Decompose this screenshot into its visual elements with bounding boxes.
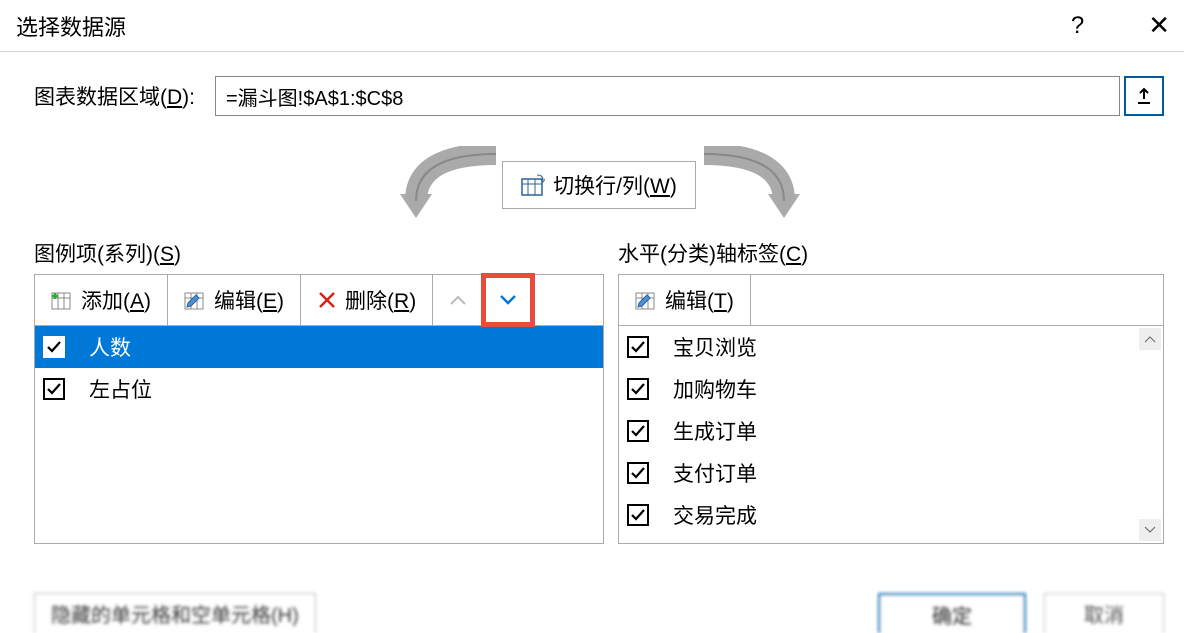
series-toolbar: 添加(A) 编辑(E) xyxy=(34,274,604,326)
checkbox[interactable] xyxy=(627,420,649,442)
categories-panel-label: 水平(分类)轴标签(C) xyxy=(618,238,1164,268)
dialog-title: 选择数据源 xyxy=(16,10,1071,42)
checkbox[interactable] xyxy=(43,378,65,400)
checkbox[interactable] xyxy=(43,336,65,358)
switch-row-column-button[interactable]: 切换行/列(W) xyxy=(502,161,696,209)
chevron-down-icon xyxy=(499,294,517,306)
checkbox[interactable] xyxy=(627,336,649,358)
categories-listbox[interactable]: 宝贝浏览加购物车生成订单支付订单交易完成 xyxy=(618,326,1164,544)
categories-panel: 水平(分类)轴标签(C) 编辑(T) xyxy=(618,238,1164,544)
collapse-icon xyxy=(1135,87,1153,105)
edit-icon xyxy=(184,290,206,310)
series-panel-label: 图例项(系列)(S) xyxy=(34,238,604,268)
scroll-up-button[interactable] xyxy=(1139,328,1161,350)
close-icon[interactable]: ✕ xyxy=(1148,10,1170,41)
category-item[interactable]: 宝贝浏览 xyxy=(619,326,1139,368)
arrow-right-icon xyxy=(694,146,814,226)
chevron-up-icon xyxy=(449,294,467,306)
checkbox[interactable] xyxy=(627,378,649,400)
category-item[interactable]: 交易完成 xyxy=(619,494,1139,536)
category-item-label: 宝贝浏览 xyxy=(673,332,757,362)
series-item-label: 左占位 xyxy=(89,374,152,404)
delete-icon xyxy=(317,290,337,310)
help-icon[interactable]: ? xyxy=(1071,12,1084,40)
series-item-label: 人数 xyxy=(89,332,131,362)
dialog-footer: 隐藏的单元格和空单元格(H) 确定 取消 xyxy=(0,601,1184,633)
category-item[interactable]: 支付订单 xyxy=(619,452,1139,494)
ok-button[interactable]: 确定 xyxy=(878,593,1026,633)
add-icon xyxy=(51,290,73,310)
series-listbox[interactable]: 人数左占位 xyxy=(34,326,604,544)
chart-range-row: 图表数据区域(D): xyxy=(34,76,1164,116)
switch-icon xyxy=(521,174,545,196)
chart-range-input[interactable] xyxy=(215,76,1120,116)
checkbox[interactable] xyxy=(627,504,649,526)
edit-icon xyxy=(635,290,657,310)
collapse-range-button[interactable] xyxy=(1124,76,1164,116)
series-item[interactable]: 人数 xyxy=(35,326,603,368)
titlebar: 选择数据源 ? ✕ xyxy=(0,0,1184,52)
hidden-cells-button[interactable]: 隐藏的单元格和空单元格(H) xyxy=(34,593,316,633)
add-series-button[interactable]: 添加(A) xyxy=(35,275,168,325)
category-item-label: 交易完成 xyxy=(673,500,757,530)
series-move-up-button[interactable] xyxy=(433,275,483,325)
category-item-label: 支付订单 xyxy=(673,458,757,488)
cancel-button[interactable]: 取消 xyxy=(1044,593,1164,633)
checkbox[interactable] xyxy=(627,462,649,484)
category-item-label: 加购物车 xyxy=(673,374,757,404)
chart-range-label: 图表数据区域(D): xyxy=(34,81,195,111)
category-item[interactable]: 生成订单 xyxy=(619,410,1139,452)
series-item[interactable]: 左占位 xyxy=(35,368,603,410)
category-item[interactable]: 加购物车 xyxy=(619,368,1139,410)
category-item-label: 生成订单 xyxy=(673,416,757,446)
edit-series-button[interactable]: 编辑(E) xyxy=(168,275,301,325)
scroll-down-button[interactable] xyxy=(1139,519,1161,541)
remove-series-button[interactable]: 删除(R) xyxy=(301,275,433,325)
edit-categories-button[interactable]: 编辑(T) xyxy=(619,275,751,325)
series-move-down-button[interactable] xyxy=(483,275,533,325)
categories-toolbar: 编辑(T) xyxy=(618,274,1164,326)
series-panel: 图例项(系列)(S) 添加(A) xyxy=(34,238,604,544)
arrow-left-icon xyxy=(386,146,506,226)
